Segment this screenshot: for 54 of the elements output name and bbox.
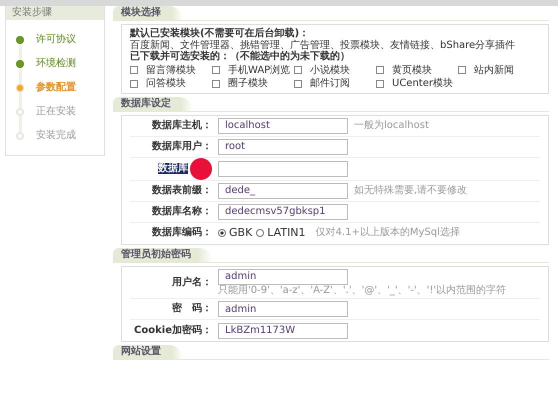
input-field[interactable] bbox=[218, 160, 348, 176]
input-field[interactable]: root bbox=[218, 138, 348, 154]
input-field[interactable]: dedecmsv57gbksp1 bbox=[218, 204, 348, 220]
checkbox-label: 站内新闻 bbox=[474, 64, 514, 76]
section-title: 数据库设定 bbox=[113, 96, 193, 110]
field-label: 数据库编码： bbox=[152, 227, 212, 238]
installed-list: 百度新闻、文件管理器、挑错管理、广告管理、投票模块、友情链接、bShare分享插件 bbox=[130, 40, 540, 51]
section-title: 管理员初始密码 bbox=[113, 248, 213, 262]
checkbox[interactable] bbox=[376, 80, 384, 88]
field-hint: 仅对4.1+以上版本的MySql选择 bbox=[316, 227, 460, 239]
step-label[interactable]: 环境检测 bbox=[36, 58, 76, 70]
input-field[interactable]: LkBZm1173W bbox=[218, 322, 348, 338]
section-title: 模块选择 bbox=[113, 6, 183, 20]
field-label: 数据库名称： bbox=[152, 206, 212, 217]
checkbox-label: 黄页模块 bbox=[392, 64, 432, 76]
field-hint: 只能用'0-9'、'a-z'、'A-Z'、'.'、'@'、'_'、'-'、'!'以内范围的字符 bbox=[218, 284, 506, 296]
section-title: 网站设置 bbox=[113, 345, 183, 359]
radio-button[interactable] bbox=[256, 228, 264, 237]
installed-label: 默认已安装模块(不需要可在后台卸载)： bbox=[130, 28, 310, 40]
checkbox-label: UCenter模块 bbox=[392, 78, 453, 90]
field-label: 数据表前缀： bbox=[152, 184, 212, 196]
checkbox[interactable] bbox=[294, 80, 302, 88]
field-label: 密 码： bbox=[172, 303, 212, 314]
field-label: 数据库用户： bbox=[152, 140, 212, 152]
checkbox-label: 小说模块 bbox=[310, 64, 350, 76]
radio-label: LATIN1 bbox=[267, 226, 306, 240]
available-label: 已下载并可选安装的：（不能选中的为未下载的） bbox=[130, 51, 351, 62]
field-label: 数据库 bbox=[158, 162, 188, 174]
checkbox[interactable] bbox=[458, 66, 466, 74]
checkbox[interactable] bbox=[212, 66, 220, 74]
checkbox-label: 邮件订阅 bbox=[310, 78, 350, 90]
cursor-highlight bbox=[190, 158, 212, 180]
input-field[interactable]: localhost bbox=[218, 118, 348, 134]
input-field[interactable]: admin bbox=[218, 301, 348, 317]
field-hint: 如无特殊需要,请不要修改 bbox=[354, 184, 468, 196]
panel-title: 安装步骤 bbox=[6, 6, 104, 20]
radio-button[interactable] bbox=[218, 228, 226, 237]
step-label[interactable]: 许可协议 bbox=[36, 34, 76, 46]
radio-label: GBK bbox=[229, 226, 252, 240]
field-label: Cookie加密码： bbox=[134, 324, 212, 336]
checkbox-label: 圈子模块 bbox=[228, 78, 268, 90]
field-label: 数据库主机： bbox=[152, 120, 212, 131]
input-field[interactable]: admin bbox=[218, 268, 348, 284]
checkbox-label: 留言簿模块 bbox=[146, 64, 196, 76]
input-field[interactable]: dede_ bbox=[218, 182, 348, 198]
checkbox-label: 手机WAP浏览 bbox=[228, 64, 290, 76]
checkbox[interactable] bbox=[130, 80, 138, 88]
checkbox-label: 问答模块 bbox=[146, 78, 186, 90]
field-hint: 一般为localhost bbox=[354, 120, 429, 132]
checkbox[interactable] bbox=[212, 80, 220, 88]
field-label: 用户名： bbox=[172, 276, 212, 288]
checkbox[interactable] bbox=[376, 66, 384, 74]
checkbox[interactable] bbox=[130, 66, 138, 74]
checkbox[interactable] bbox=[294, 66, 302, 74]
